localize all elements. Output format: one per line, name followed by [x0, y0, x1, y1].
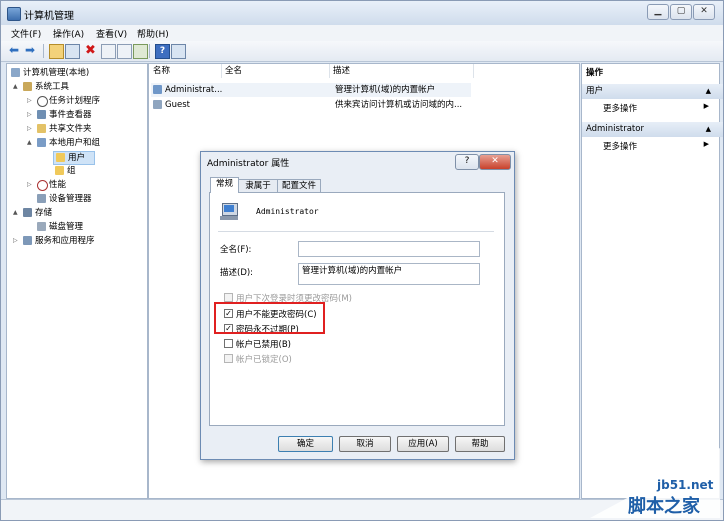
description-label: 描述(D):	[220, 268, 254, 278]
submenu-arrow-icon: ▶	[703, 140, 709, 148]
watermark-url: jb51.net	[657, 478, 714, 492]
watermark-name: 脚本之家	[628, 496, 700, 517]
highlight-box	[214, 302, 325, 334]
shared-folder-icon	[37, 124, 46, 133]
computer-icon	[11, 68, 20, 77]
services-icon	[23, 236, 32, 245]
back-arrow-icon[interactable]: ⬅	[9, 44, 22, 57]
tab-general[interactable]: 常规	[210, 177, 239, 193]
must-change-password-checkbox[interactable]	[224, 293, 233, 302]
expand-arrow-icon[interactable]: ▷	[27, 123, 32, 135]
title-bar: 计算机管理 ▁ ▢ ✕	[1, 1, 723, 25]
user-icon	[153, 85, 162, 94]
cancel-button[interactable]: 取消	[339, 436, 391, 452]
expand-arrow-icon[interactable]: ▷	[27, 179, 32, 191]
user-icon	[220, 203, 240, 221]
tab-profile[interactable]: 配置文件	[277, 179, 321, 193]
user-name-label: Administrator	[256, 207, 319, 216]
device-manager-icon	[37, 194, 46, 203]
export-list-icon[interactable]	[133, 44, 148, 59]
menu-view[interactable]: 查看(V)	[96, 27, 127, 40]
dialog-help-button[interactable]: ?	[455, 154, 479, 170]
menu-action[interactable]: 操作(A)	[53, 27, 84, 40]
help-icon[interactable]: ?	[155, 44, 170, 59]
refresh-icon[interactable]	[117, 44, 132, 59]
action-more-actions-users[interactable]: 更多操作 ▶	[603, 102, 713, 114]
properties-icon[interactable]	[101, 44, 116, 59]
fullname-label: 全名(F):	[220, 245, 252, 255]
actions-section-users[interactable]: 用户 ▲	[582, 84, 723, 99]
fullname-field[interactable]	[298, 241, 480, 257]
performance-icon	[37, 180, 48, 191]
dialog-close-button[interactable]: ✕	[479, 154, 511, 170]
event-viewer-icon	[37, 110, 46, 119]
show-action-pane-icon[interactable]	[171, 44, 186, 59]
apply-button[interactable]: 应用(A)	[397, 436, 449, 452]
collapse-arrow-icon[interactable]: ▲	[27, 137, 32, 149]
action-more-actions-administrator[interactable]: 更多操作 ▶	[603, 140, 713, 152]
folder-icon	[56, 153, 65, 162]
column-header-description[interactable]: 描述	[333, 64, 474, 78]
tab-member-of[interactable]: 隶属于	[238, 179, 278, 193]
actions-pane: 操作 用户 ▲ 更多操作 ▶ Administrator ▲ 更多操作 ▶	[581, 63, 723, 499]
tools-icon	[23, 82, 32, 91]
up-folder-icon[interactable]	[49, 44, 64, 59]
expand-arrow-icon[interactable]: ▷	[27, 95, 32, 107]
tree-item-users[interactable]: 用户	[53, 151, 95, 165]
description-field[interactable]: 管理计算机(域)的内置帐户	[298, 263, 480, 285]
actions-header: 操作	[586, 68, 604, 78]
menu-file[interactable]: 文件(F)	[11, 27, 41, 40]
ok-button[interactable]: 确定	[278, 436, 333, 452]
toolbar-separator	[43, 44, 44, 58]
show-hide-tree-icon[interactable]	[65, 44, 80, 59]
minimize-button[interactable]: ▁	[647, 4, 669, 20]
console-tree-pane: 计算机管理(本地) ▲ 系统工具 ▷ 任务计划程序 ▷ 事件查看器 ▷ 共享文件…	[6, 63, 148, 499]
account-locked-label: 帐户已锁定(O)	[236, 355, 292, 365]
separator	[218, 231, 494, 232]
collapse-arrow-icon[interactable]: ▲	[13, 81, 18, 93]
expand-arrow-icon[interactable]: ▷	[27, 109, 32, 121]
toolbar: ⬅ ➡ ✖ ?	[1, 41, 723, 62]
submenu-arrow-icon: ▶	[703, 102, 709, 110]
computer-management-icon	[7, 7, 21, 21]
collapse-arrow-icon[interactable]: ▲	[13, 207, 18, 219]
table-row[interactable]: Administrat... 管理计算机(域)的内置帐户	[151, 83, 471, 97]
clock-icon	[37, 96, 48, 107]
dialog-title: Administrator 属性	[207, 159, 290, 169]
column-header-fullname[interactable]: 全名	[225, 64, 330, 78]
account-locked-checkbox[interactable]	[224, 354, 233, 363]
toolbar-separator	[149, 44, 150, 58]
forward-arrow-icon[interactable]: ➡	[25, 44, 38, 57]
menu-bar: 文件(F) 操作(A) 查看(V) 帮助(H)	[1, 25, 723, 41]
delete-icon[interactable]: ✖	[85, 44, 98, 57]
account-disabled-label: 帐户已禁用(B)	[236, 340, 291, 350]
user-icon	[153, 100, 162, 109]
folder-icon	[55, 166, 64, 175]
collapse-arrow-icon[interactable]: ▲	[706, 122, 711, 137]
maximize-button[interactable]: ▢	[670, 4, 692, 20]
actions-section-administrator[interactable]: Administrator ▲	[582, 122, 723, 137]
table-row[interactable]: Guest 供来宾访问计算机或访问域的内...	[151, 98, 471, 112]
window-title: 计算机管理	[24, 11, 74, 22]
disk-icon	[37, 222, 46, 231]
expand-arrow-icon[interactable]: ▷	[13, 235, 18, 247]
storage-icon	[23, 208, 32, 217]
users-group-icon	[37, 138, 46, 147]
help-button[interactable]: 帮助	[455, 436, 505, 452]
close-button[interactable]: ✕	[693, 4, 715, 20]
column-header-name[interactable]: 名称	[153, 64, 222, 78]
collapse-arrow-icon[interactable]: ▲	[706, 84, 711, 99]
account-disabled-checkbox[interactable]	[224, 339, 233, 348]
menu-help[interactable]: 帮助(H)	[137, 27, 169, 40]
